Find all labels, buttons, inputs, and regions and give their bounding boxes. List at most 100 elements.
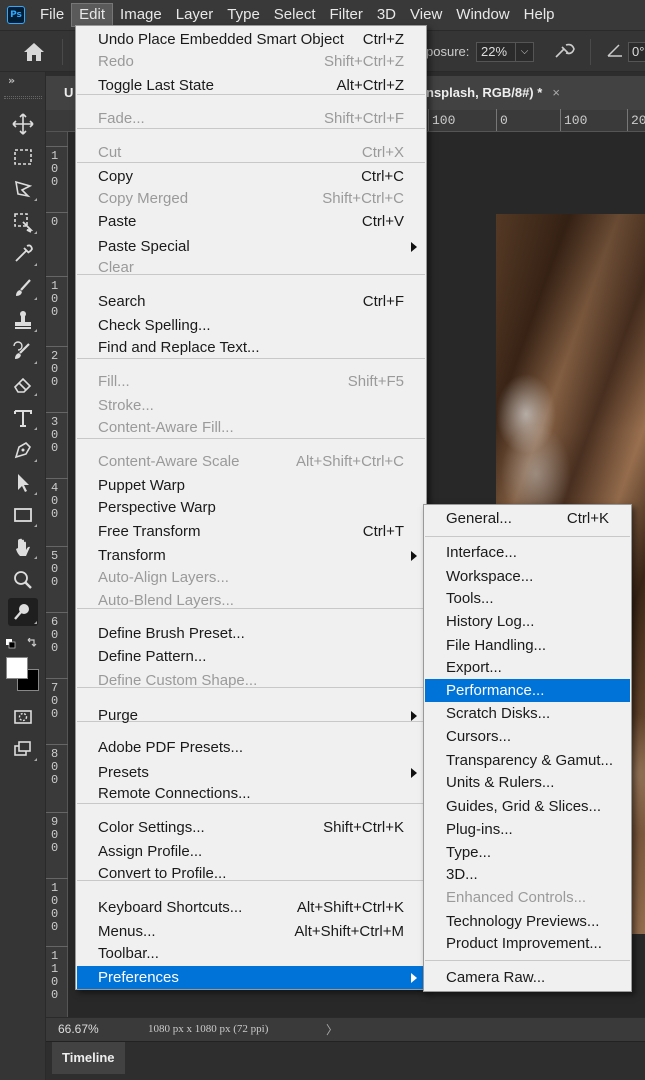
edit-menu-item-color-settings[interactable]: Color Settings... Shift+Ctrl+K bbox=[77, 816, 425, 839]
ruler-label: 100 bbox=[564, 113, 588, 128]
preferences-item-units-rulers[interactable]: Units & Rulers... bbox=[425, 771, 630, 794]
edit-menu-item-assign-profile[interactable]: Assign Profile... bbox=[77, 840, 425, 863]
edit-menu-item-search[interactable]: Search Ctrl+F bbox=[77, 290, 425, 313]
edit-menu-item-transform[interactable]: Transform bbox=[77, 544, 425, 567]
ruler-label: 8 0 0 bbox=[51, 747, 59, 787]
timeline-tab[interactable]: Timeline bbox=[52, 1042, 125, 1074]
collapse-toolbar-icon[interactable]: » bbox=[8, 74, 15, 87]
preferences-item-tools[interactable]: Tools... bbox=[425, 587, 630, 610]
edit-menu-item-convert-to-profile[interactable]: Convert to Profile... bbox=[77, 862, 425, 885]
menu-edit[interactable]: Edit bbox=[71, 3, 114, 27]
edit-menu-item-presets[interactable]: Presets bbox=[77, 761, 425, 784]
path-selection-tool-icon[interactable] bbox=[8, 469, 38, 497]
menu-item-label: Remote Connections... bbox=[98, 785, 251, 802]
eraser-tool-icon[interactable] bbox=[8, 370, 38, 398]
edit-menu-item-toolbar[interactable]: Toolbar... bbox=[77, 942, 425, 965]
preferences-item-file-handling[interactable]: File Handling... bbox=[425, 634, 630, 657]
preferences-item-export[interactable]: Export... bbox=[425, 656, 630, 679]
menu-file[interactable]: File bbox=[33, 0, 71, 30]
preferences-item-guides-grid-slices[interactable]: Guides, Grid & Slices... bbox=[425, 795, 630, 818]
edit-menu-item-remote-connections[interactable]: Remote Connections... bbox=[77, 782, 425, 805]
object-selection-tool-icon[interactable] bbox=[8, 208, 38, 236]
menu-window[interactable]: Window bbox=[449, 0, 516, 30]
history-brush-tool-icon[interactable] bbox=[8, 338, 38, 366]
zoom-tool-icon[interactable] bbox=[8, 566, 38, 594]
edit-menu-item-puppet-warp[interactable]: Puppet Warp bbox=[77, 474, 425, 497]
menu-item-shortcut: Shift+Ctrl+K bbox=[323, 819, 404, 836]
menu-item-label: Define Custom Shape... bbox=[98, 672, 258, 689]
preferences-item-cursors[interactable]: Cursors... bbox=[425, 725, 630, 748]
preferences-item-scratch-disks[interactable]: Scratch Disks... bbox=[425, 702, 630, 725]
menu-item-label: Menus... bbox=[98, 923, 156, 940]
preferences-item-type[interactable]: Type... bbox=[425, 841, 630, 864]
active-document-tab[interactable]: nsplash, RGB/8#) * × bbox=[426, 76, 645, 110]
edit-menu-item-content-aware-fill: Content-Aware Fill... bbox=[77, 416, 425, 439]
spot-healing-brush-tool-icon[interactable] bbox=[8, 598, 38, 626]
quick-mask-icon[interactable] bbox=[8, 703, 38, 731]
preferences-item-3d[interactable]: 3D... bbox=[425, 863, 630, 886]
document-tab[interactable]: U bbox=[46, 76, 76, 110]
exposure-dropdown-icon[interactable]: ⌵ bbox=[516, 42, 534, 62]
edit-menu-item-paste-special[interactable]: Paste Special bbox=[77, 235, 425, 258]
airbrush-icon[interactable] bbox=[554, 41, 576, 66]
menu-item-label: Guides, Grid & Slices... bbox=[446, 798, 602, 815]
edit-menu-item-fill: Fill... Shift+F5 bbox=[77, 370, 425, 393]
brush-tool-icon[interactable] bbox=[8, 274, 38, 302]
exposure-field[interactable]: 22% bbox=[476, 42, 516, 62]
screen-mode-icon[interactable] bbox=[8, 735, 38, 763]
close-tab-icon[interactable]: × bbox=[552, 85, 560, 100]
menu-help[interactable]: Help bbox=[517, 0, 562, 30]
default-colors-icon[interactable] bbox=[6, 637, 40, 653]
preferences-item-transparency-gamut[interactable]: Transparency & Gamut... bbox=[425, 749, 630, 772]
zoom-level[interactable]: 66.67% bbox=[58, 1022, 99, 1036]
marquee-tool-icon[interactable] bbox=[8, 143, 38, 171]
edit-menu-item-toggle-last-state[interactable]: Toggle Last State Alt+Ctrl+Z bbox=[77, 74, 425, 97]
edit-menu-item-keyboard-shortcuts[interactable]: Keyboard Shortcuts... Alt+Shift+Ctrl+K bbox=[77, 896, 425, 919]
preferences-item-camera-raw[interactable]: Camera Raw... bbox=[425, 966, 630, 989]
pen-tool-icon[interactable] bbox=[8, 436, 38, 464]
edit-menu-item-copy[interactable]: Copy Ctrl+C bbox=[77, 165, 425, 188]
edit-menu-item-paste[interactable]: Paste Ctrl+V bbox=[77, 210, 425, 233]
menu-item-label: Assign Profile... bbox=[98, 843, 203, 860]
angle-field[interactable]: 0° bbox=[628, 42, 645, 62]
preferences-item-workspace[interactable]: Workspace... bbox=[425, 565, 630, 588]
preferences-item-technology-previews[interactable]: Technology Previews... bbox=[425, 910, 630, 933]
edit-menu-item-check-spelling[interactable]: Check Spelling... bbox=[77, 314, 425, 337]
edit-menu-item-undo-place-embedded-smart-object[interactable]: Undo Place Embedded Smart Object Ctrl+Z bbox=[77, 28, 425, 51]
type-tool-icon[interactable] bbox=[8, 404, 38, 432]
ruler-label: 7 0 0 bbox=[51, 681, 59, 721]
foreground-color-swatch[interactable] bbox=[6, 657, 28, 679]
lasso-tool-icon[interactable] bbox=[8, 175, 38, 203]
edit-menu-item-purge[interactable]: Purge bbox=[77, 704, 425, 727]
rectangle-tool-icon[interactable] bbox=[8, 501, 38, 529]
preferences-item-performance[interactable]: Performance... bbox=[425, 679, 630, 702]
edit-menu-item-menus[interactable]: Menus... Alt+Shift+Ctrl+M bbox=[77, 920, 425, 943]
edit-menu-item-free-transform[interactable]: Free Transform Ctrl+T bbox=[77, 520, 425, 543]
edit-menu-item-adobe-pdf-presets[interactable]: Adobe PDF Presets... bbox=[77, 736, 425, 759]
edit-menu-item-auto-align-layers: Auto-Align Layers... bbox=[77, 566, 425, 589]
home-icon[interactable] bbox=[22, 41, 46, 63]
status-menu-chevron-icon[interactable]: 〉 bbox=[326, 1021, 338, 1038]
preferences-item-product-improvement[interactable]: Product Improvement... bbox=[425, 932, 630, 955]
toolbar-grip[interactable] bbox=[4, 96, 42, 99]
menu-item-label: Adobe PDF Presets... bbox=[98, 739, 244, 756]
edit-menu-item-define-brush-preset[interactable]: Define Brush Preset... bbox=[77, 622, 425, 645]
preferences-item-history-log[interactable]: History Log... bbox=[425, 610, 630, 633]
edit-menu-item-perspective-warp[interactable]: Perspective Warp bbox=[77, 496, 425, 519]
preferences-item-interface[interactable]: Interface... bbox=[425, 541, 630, 564]
edit-menu-item-preferences[interactable]: Preferences bbox=[77, 966, 425, 989]
move-tool-icon[interactable] bbox=[8, 110, 38, 138]
edit-menu-item-define-pattern[interactable]: Define Pattern... bbox=[77, 645, 425, 668]
eyedropper-tool-icon[interactable] bbox=[8, 240, 38, 268]
preferences-item-plug-ins[interactable]: Plug-ins... bbox=[425, 818, 630, 841]
menu-item-shortcut: Ctrl+X bbox=[361, 144, 404, 161]
menu-item-shortcut: Ctrl+K bbox=[566, 510, 609, 527]
edit-menu-item-find-and-replace-text[interactable]: Find and Replace Text... bbox=[77, 336, 425, 359]
edit-menu-item-cut: Cut Ctrl+X bbox=[77, 141, 425, 164]
ruler-label: 3 0 0 bbox=[51, 415, 59, 455]
stamp-tool-icon[interactable] bbox=[8, 306, 38, 334]
preferences-item-general[interactable]: General... Ctrl+K bbox=[425, 507, 630, 530]
hand-tool-icon[interactable] bbox=[8, 533, 38, 561]
menu-item-label: Redo bbox=[98, 53, 134, 70]
menu-item-label: General... bbox=[446, 510, 512, 527]
